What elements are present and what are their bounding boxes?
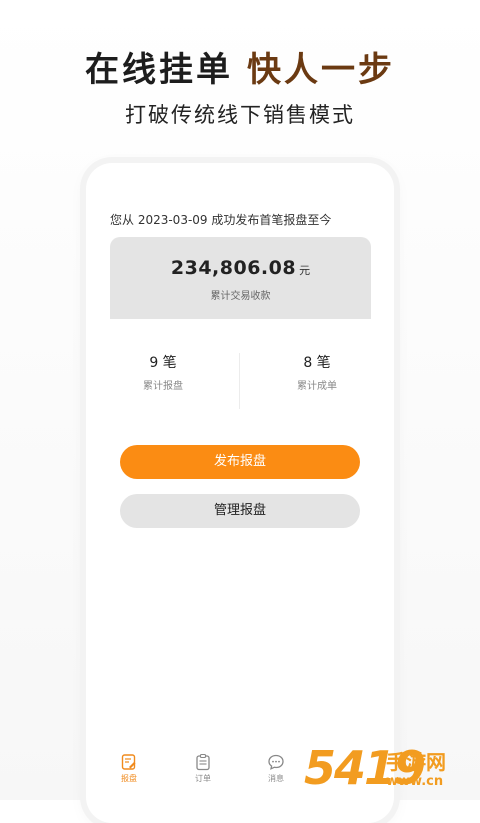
amount-label: 累计交易收款	[210, 291, 271, 302]
clipboard-icon	[196, 753, 210, 771]
watermark-url: www.cn	[386, 774, 444, 789]
stats-divider	[239, 353, 240, 409]
amount-unit: 元	[299, 264, 311, 277]
chat-bubble-icon	[268, 754, 284, 770]
tab-offers-label: 报盘	[121, 774, 137, 783]
stat-offers: 9 笔 累计报盘	[86, 353, 240, 392]
manage-offer-button[interactable]: 管理报盘	[120, 494, 360, 528]
phone-mockup: 您从 2023-03-09 成功发布首笔报盘至今 234,806.08 元 累计交…	[86, 163, 394, 823]
total-amount: 234,806.08	[170, 257, 297, 279]
card-overlay	[86, 320, 394, 334]
edit-doc-icon	[121, 754, 136, 770]
site-watermark: 5419 手游网 www.cn	[304, 740, 474, 798]
stats-row: 9 笔 累计报盘 8 笔 累计成单	[86, 353, 394, 413]
stat-deals-value: 8 笔	[303, 355, 331, 371]
stat-deals-label: 累计成单	[297, 381, 337, 392]
tab-orders-label: 订单	[195, 774, 211, 783]
tab-offers[interactable]: 报盘	[104, 753, 154, 784]
stat-deals: 8 笔 累计成单	[240, 353, 394, 392]
tab-messages-label: 消息	[268, 774, 284, 783]
watermark-text: 手游网	[386, 750, 446, 774]
since-text: 您从 2023-03-09 成功发布首笔报盘至今	[110, 213, 332, 227]
publish-offer-button[interactable]: 发布报盘	[120, 445, 360, 479]
headline: 在线挂单 快人一步	[0, 48, 480, 92]
stat-offers-value: 9 笔	[149, 355, 177, 371]
headline-part2: 快人一步	[247, 50, 395, 90]
subheadline: 打破传统线下销售模式	[125, 103, 355, 127]
tab-messages[interactable]: 消息	[251, 753, 301, 784]
earnings-card: 234,806.08 元 累计交易收款	[110, 237, 371, 319]
headline-part1: 在线挂单	[85, 50, 233, 90]
tab-orders[interactable]: 订单	[178, 753, 228, 784]
stat-offers-label: 累计报盘	[143, 381, 183, 392]
amount-row: 234,806.08 元	[110, 257, 371, 279]
